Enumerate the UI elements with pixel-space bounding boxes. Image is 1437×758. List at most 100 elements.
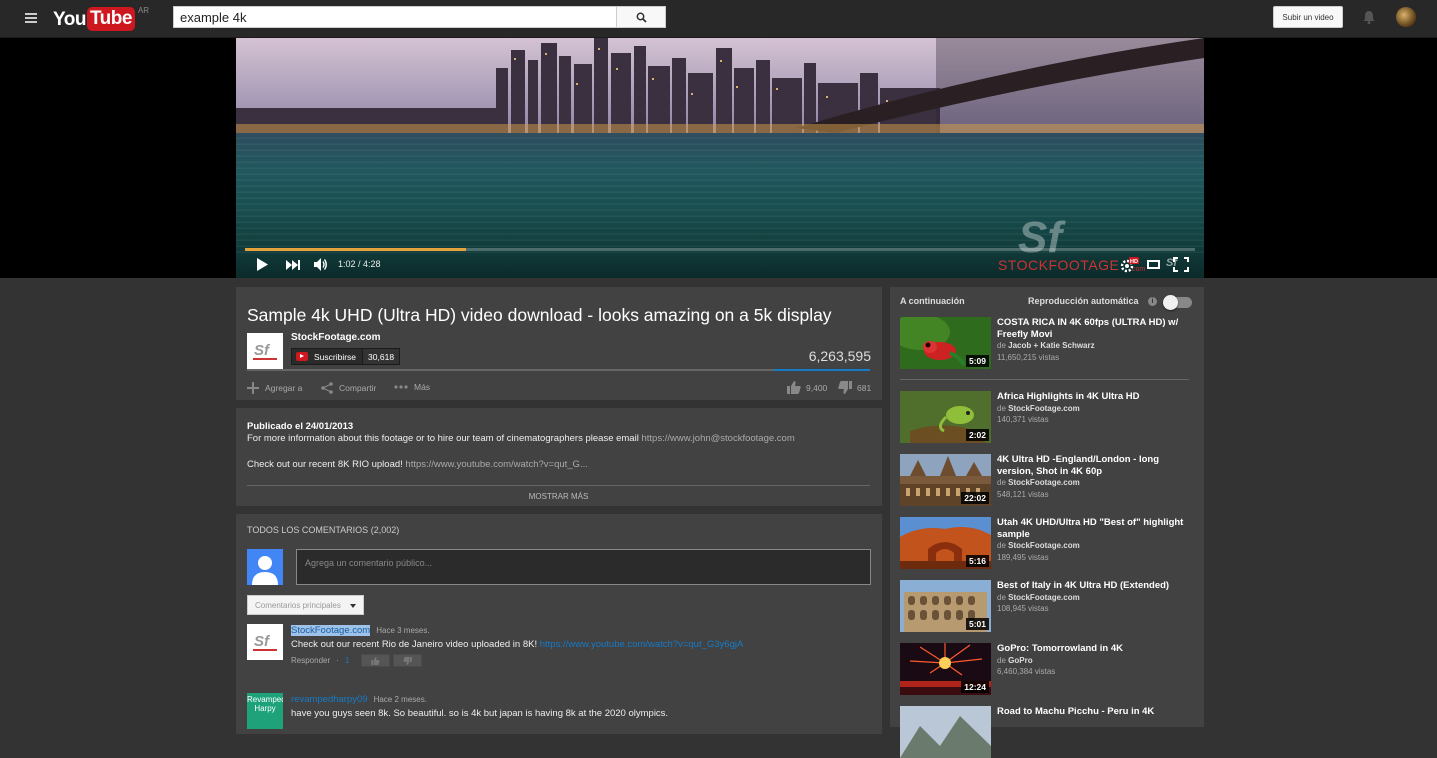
comment-actions: Responder · 1 xyxy=(291,654,423,667)
comment-avatar[interactable]: Sf xyxy=(247,624,283,660)
subscribe-label: Suscribirse xyxy=(314,351,357,362)
divider xyxy=(900,379,1189,380)
settings-gear-icon[interactable]: HD xyxy=(1119,257,1139,273)
recommended-video-title[interactable]: 4K Ultra HD -England/London - long versi… xyxy=(997,454,1192,477)
recommended-video-title[interactable]: COSTA RICA IN 4K 60fps (ULTRA HD) w/ Fre… xyxy=(997,317,1192,340)
recommended-video-title[interactable]: Best of Italy in 4K Ultra HD (Extended) xyxy=(997,580,1192,592)
info-icon[interactable]: i xyxy=(1148,297,1157,306)
by-prefix: de xyxy=(997,403,1006,413)
comment-logo-text: Sf xyxy=(254,633,271,650)
comment-dislike-button[interactable] xyxy=(393,654,423,667)
toggle-knob xyxy=(1163,295,1178,310)
more-dots-icon xyxy=(394,385,408,389)
separator-dot: · xyxy=(336,656,339,665)
recommended-video-views: 6,460,384 vistas xyxy=(997,667,1056,676)
channel-name[interactable]: StockFootage.com xyxy=(1008,593,1080,602)
comment-avatar[interactable]: Revamped Harpy xyxy=(247,693,283,729)
hamburger-menu-icon[interactable] xyxy=(25,13,37,23)
fullscreen-icon[interactable] xyxy=(1173,257,1189,272)
comment-like-button[interactable] xyxy=(361,654,391,667)
recommended-video[interactable]: 5:01 Best of Italy in 4K Ultra HD (Extend… xyxy=(900,580,1190,632)
comment-link[interactable]: https://www.youtube.com/watch?v=qut_G3y6… xyxy=(540,639,744,650)
channel-name[interactable]: GoPro xyxy=(1008,656,1032,665)
subscribe-label-wrap: Suscribirse xyxy=(292,349,363,364)
comment-author[interactable]: StockFootage.com xyxy=(291,625,371,636)
recommended-video[interactable]: 5:09 COSTA RICA IN 4K 60fps (ULTRA HD) w/… xyxy=(900,317,1190,369)
recommended-video-views: 140,371 vistas xyxy=(997,415,1049,424)
comment-timestamp[interactable]: Hace 3 meses. xyxy=(376,626,429,635)
video-thumbnail[interactable]: 22:02 xyxy=(900,454,991,506)
video-title: Sample 4k UHD (Ultra HD) video download … xyxy=(247,305,832,325)
next-icon[interactable] xyxy=(286,260,300,270)
view-count: 6,263,595 xyxy=(808,348,871,364)
video-thumbnail[interactable]: 12:24 xyxy=(900,643,991,695)
recommended-video[interactable]: 5:16 Utah 4K UHD/Ultra HD "Best of" highl… xyxy=(900,517,1190,569)
thumbs-down-icon xyxy=(403,656,413,665)
description-email-link[interactable]: https://www.john@stockfootage.com xyxy=(641,433,794,444)
by-prefix: de xyxy=(997,341,1006,350)
watermark-logo-text: Sf xyxy=(1018,214,1066,262)
video-thumbnail[interactable]: 5:16 xyxy=(900,517,991,569)
description-video-link[interactable]: https://www.youtube.com/watch?v=qut_G... xyxy=(405,459,587,470)
dislike-button[interactable]: 681 xyxy=(838,381,871,394)
comment-sort-dropdown[interactable]: Comentarios principales xyxy=(247,595,364,615)
recommended-video[interactable]: 12:24 GoPro: Tomorrowland in 4K de GoPro 6,… xyxy=(900,643,1190,695)
comment-timestamp[interactable]: Hace 2 meses. xyxy=(374,695,427,704)
like-button[interactable]: 9,400 xyxy=(787,381,827,394)
video-thumbnail[interactable]: 2:02 xyxy=(900,391,991,443)
upload-button[interactable]: Subir un video xyxy=(1273,6,1343,28)
sentiment-bar xyxy=(247,369,870,371)
autoplay-toggle[interactable] xyxy=(1163,295,1192,310)
more-button[interactable]: Más xyxy=(394,382,430,392)
reply-button[interactable]: Responder xyxy=(291,656,330,665)
recommended-video-title[interactable]: Africa Highlights in 4K Ultra HD xyxy=(997,391,1192,403)
recommended-video[interactable]: 2:02 Africa Highlights in 4K Ultra HD de S… xyxy=(900,391,1190,443)
comment-author-line: revampedharpy09 Hace 2 meses. xyxy=(291,694,427,705)
comment-input[interactable]: Agrega un comentario público... xyxy=(296,549,871,585)
video-player[interactable]: Sf Sf STOCKFOOTAGE .com xyxy=(236,38,1204,278)
comment-body: Check out our recent Rio de Janeiro vide… xyxy=(291,639,540,650)
comment-author[interactable]: revampedharpy09 xyxy=(291,694,368,705)
recommended-video-title[interactable]: Road to Machu Picchu - Peru in 4K xyxy=(997,706,1192,718)
add-to-button[interactable]: Agregar a xyxy=(247,382,302,394)
video-thumbnail[interactable]: 5:01 xyxy=(900,580,991,632)
comment-like-count: 1 xyxy=(344,656,350,665)
subscribe-button[interactable]: Suscribirse 30,618 xyxy=(291,348,401,365)
video-thumbnail[interactable] xyxy=(900,706,991,758)
channel-name[interactable]: Jacob + Katie Schwarz xyxy=(1008,341,1094,350)
thumbs-up-icon xyxy=(787,381,801,394)
channel-name[interactable]: StockFootage.com xyxy=(1008,541,1080,550)
city-skyline-image xyxy=(236,38,1204,133)
channel-name[interactable]: StockFootage.com xyxy=(1008,478,1080,487)
channel-name[interactable]: StockFootage.com xyxy=(291,332,380,343)
search-input[interactable] xyxy=(174,7,616,27)
play-icon[interactable] xyxy=(256,258,269,271)
share-icon xyxy=(321,382,333,394)
channel-avatar[interactable]: Sf xyxy=(247,333,283,369)
by-prefix: de xyxy=(997,478,1006,487)
share-button[interactable]: Compartir xyxy=(321,382,376,394)
channel-name[interactable]: StockFootage.com xyxy=(1008,404,1080,413)
add-to-label: Agregar a xyxy=(265,383,303,393)
video-thumbnail[interactable]: 5:09 xyxy=(900,317,991,369)
youtube-logo[interactable]: You Tube AR xyxy=(53,6,149,33)
more-label: Más xyxy=(414,382,431,392)
comments-heading-text: TODOS LOS COMENTARIOS xyxy=(247,525,369,535)
recommended-video[interactable]: 22:02 4K Ultra HD -England/London - long … xyxy=(900,454,1190,506)
recommended-video-views: 548,121 vistas xyxy=(997,489,1049,499)
account-avatar[interactable] xyxy=(1396,7,1416,27)
theater-mode-icon[interactable] xyxy=(1147,259,1160,270)
notifications-bell-icon[interactable] xyxy=(1361,9,1377,25)
show-more-button[interactable]: MOSTRAR MÁS xyxy=(247,485,870,501)
recommended-video-title[interactable]: GoPro: Tomorrowland in 4K xyxy=(997,643,1192,655)
video-info-card: Sample 4k UHD (Ultra HD) video download … xyxy=(236,287,882,400)
recommended-video-title[interactable]: Utah 4K UHD/Ultra HD "Best of" highlight… xyxy=(997,517,1192,540)
recommended-video[interactable]: Road to Machu Picchu - Peru in 4K xyxy=(900,706,1190,758)
up-next-heading: A continuación xyxy=(900,296,965,306)
current-user-avatar xyxy=(247,549,283,585)
recommended-video-views: 108,945 vistas xyxy=(997,604,1049,613)
time-display: 1:02 / 4:28 xyxy=(338,259,381,269)
description-card: Publicado el 24/01/2013 For more informa… xyxy=(236,408,882,506)
volume-icon[interactable] xyxy=(314,258,328,271)
search-button[interactable] xyxy=(616,6,666,28)
